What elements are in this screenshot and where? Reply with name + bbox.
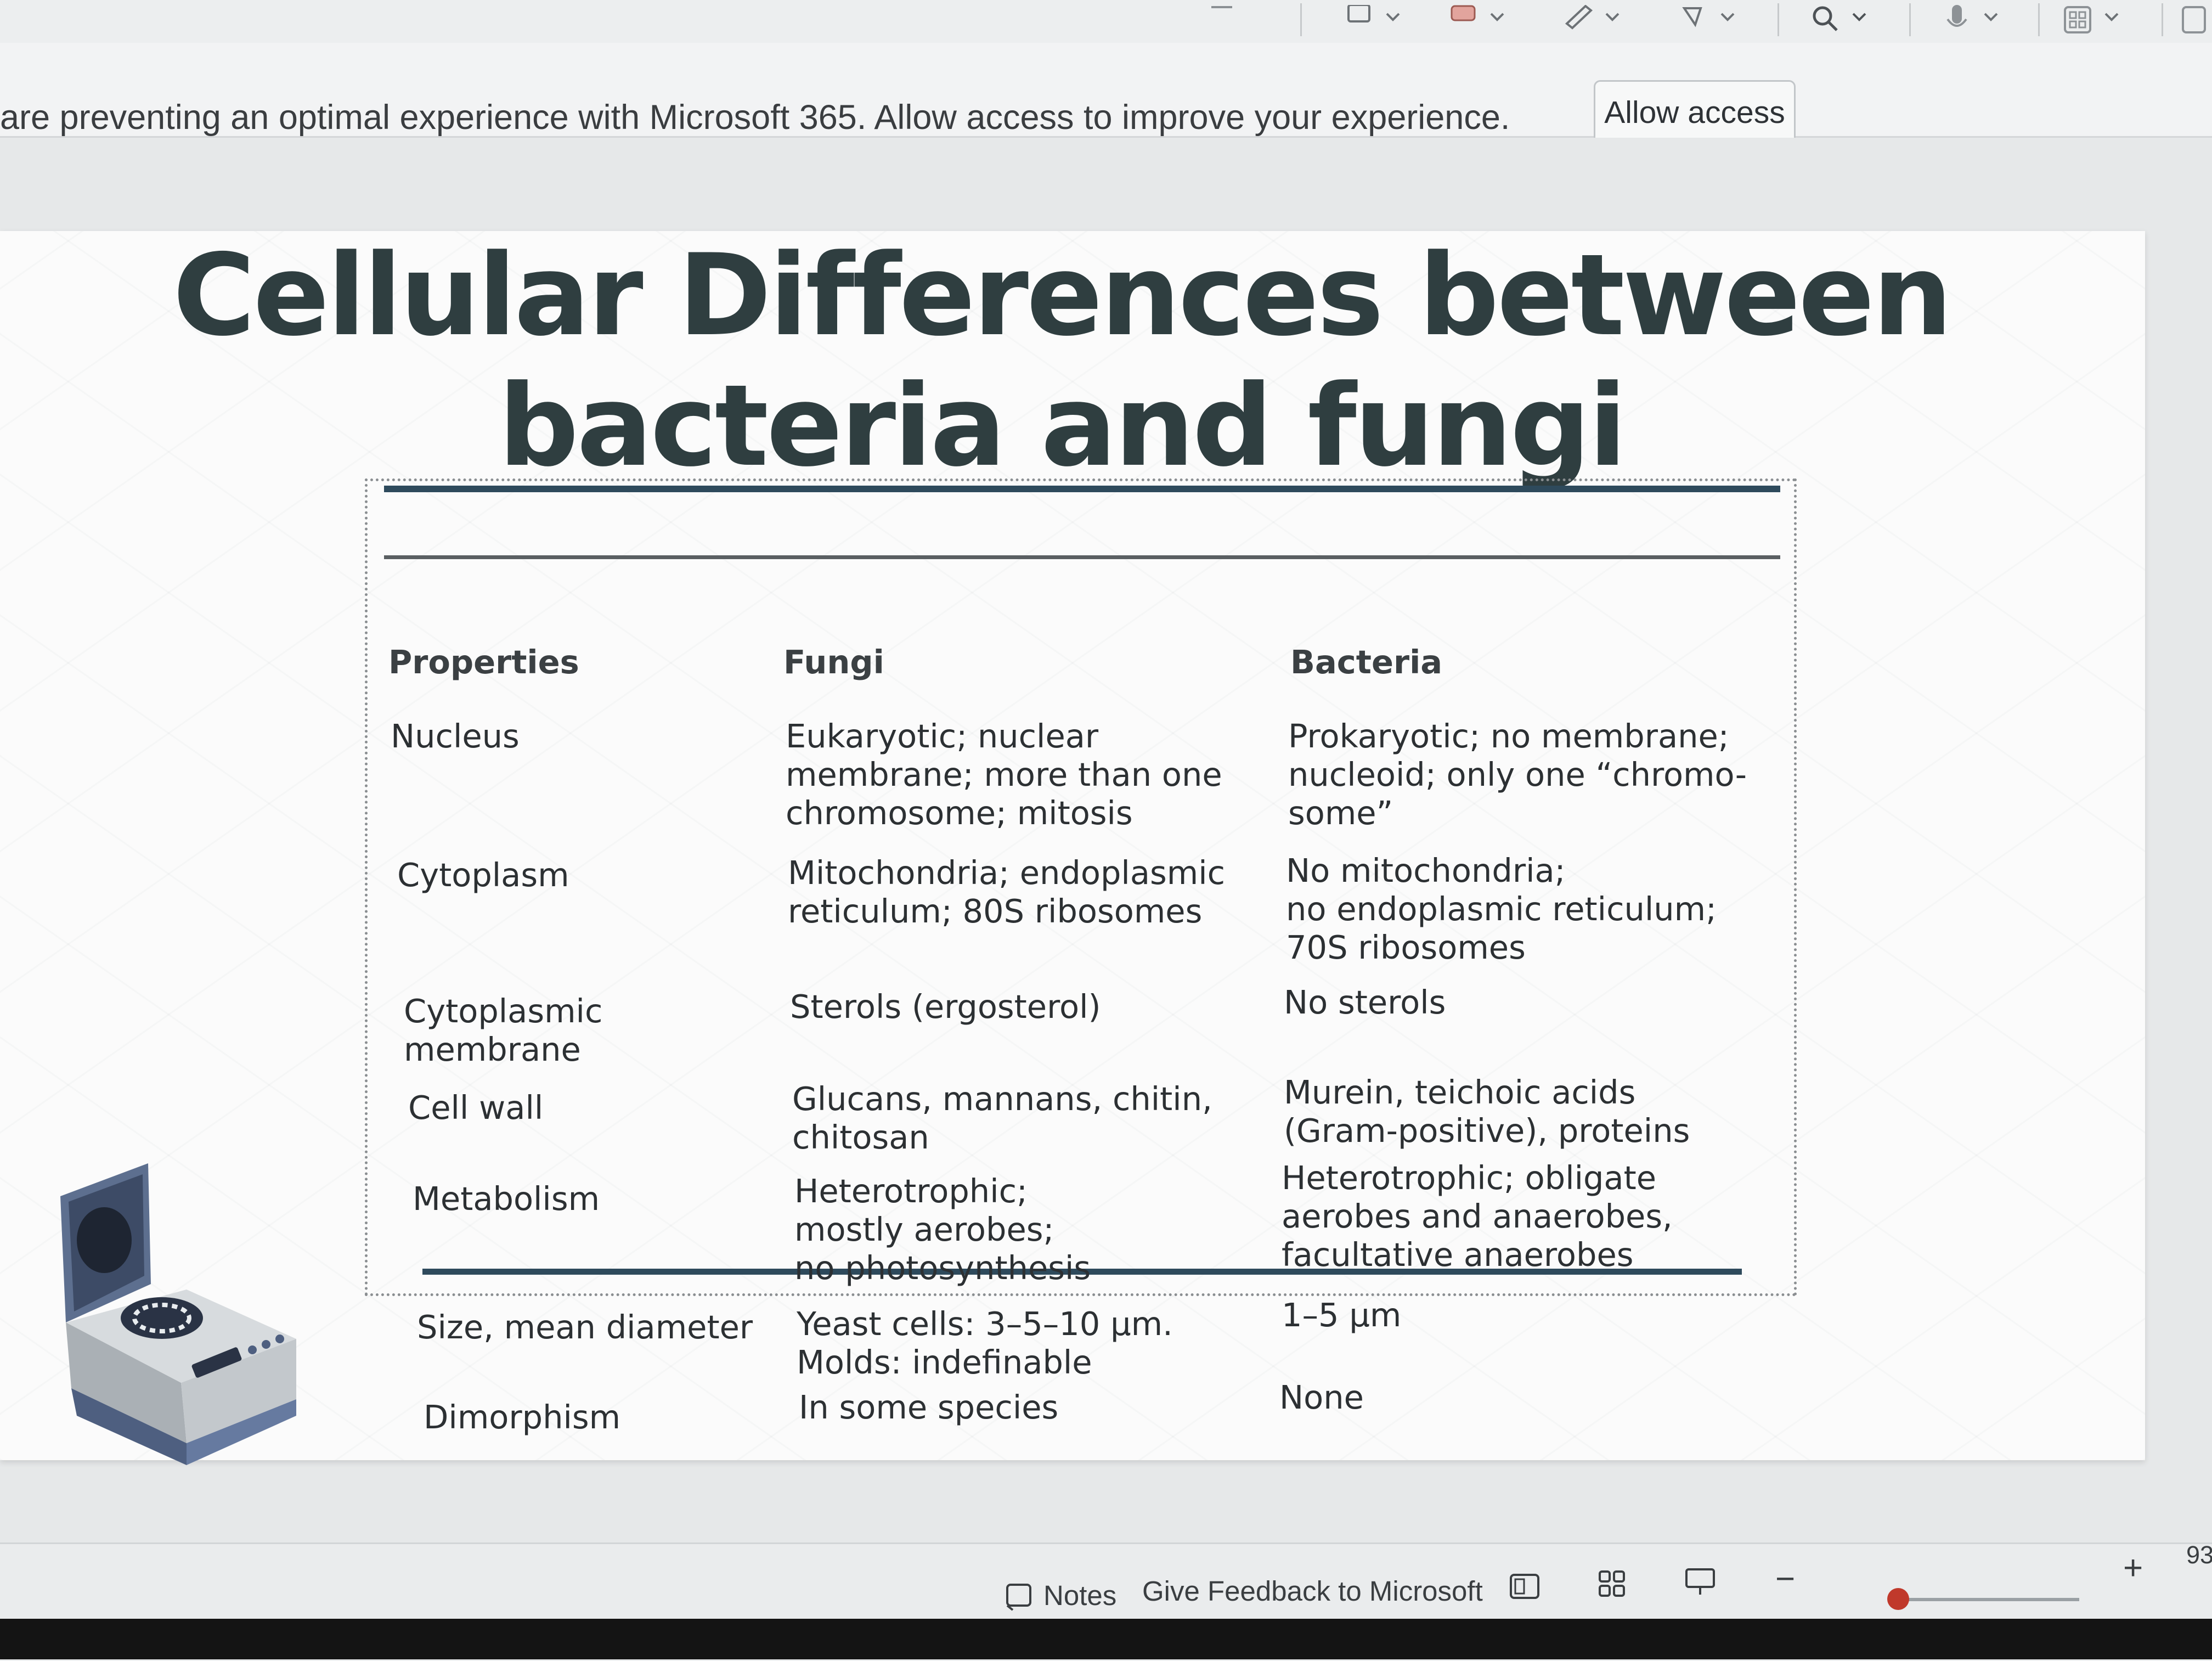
- table-cell-bacteria: No sterols: [1284, 983, 1446, 1021]
- table-header-rule: [384, 555, 1780, 559]
- screen-bezel: [0, 1619, 2212, 1659]
- search-icon: [1813, 6, 1838, 31]
- presenter-view-button[interactable]: [1683, 1565, 1717, 1599]
- table-cell-property: Cell wall: [408, 1089, 544, 1127]
- table-header-fungi: Fungi: [783, 643, 884, 681]
- toolbar-separator: [2038, 3, 2040, 36]
- allow-access-button[interactable]: Allow access: [1594, 80, 1796, 145]
- table-cell-property: Cytoplasm: [397, 856, 569, 894]
- table-cell-property: Size, mean diameter: [417, 1308, 753, 1346]
- laser-pointer-icon: [1682, 7, 1702, 27]
- table-cell-fungi: Glucans, mannans, chitin, chitosan: [792, 1080, 1212, 1156]
- table-cell-bacteria: Heterotrophic; obligate aerobes and anae…: [1282, 1159, 1673, 1274]
- feedback-label: Give Feedback to Microsoft: [1142, 1575, 1483, 1607]
- toolbar-separator: [1909, 3, 1911, 36]
- pen-icon: [1565, 5, 1593, 30]
- zoom-in-button[interactable]: +: [2123, 1549, 2143, 1587]
- give-feedback-button[interactable]: Give Feedback to Microsoft: [1142, 1575, 1483, 1607]
- table-cell-bacteria: None: [1279, 1378, 1364, 1416]
- more-button[interactable]: [2181, 3, 2210, 36]
- shape-tool-button[interactable]: [1448, 3, 1506, 36]
- table-cell-property: Dimorphism: [424, 1398, 621, 1436]
- slide-title[interactable]: Cellular Differences between bacteria an…: [154, 230, 1970, 492]
- table-cell-bacteria: 1–5 µm: [1282, 1296, 1402, 1334]
- microphone-icon: [1946, 5, 1967, 27]
- table-cell-property: Cytoplasmic membrane: [404, 992, 603, 1068]
- ribbon-toolbar: [0, 0, 2212, 44]
- zoom-percentage[interactable]: 93: [2186, 1541, 2212, 1569]
- presentation-icon: [1685, 1568, 1715, 1595]
- chevron-down-icon: [2104, 13, 2119, 21]
- normal-view-button[interactable]: [1508, 1569, 1542, 1603]
- table-cell-bacteria: Murein, teichoic acids (Gram-positive), …: [1284, 1073, 1690, 1150]
- table-cell-fungi: Mitochondria; endoplasmic reticulum; 80S…: [788, 854, 1226, 930]
- chevron-down-icon: [1984, 13, 1998, 21]
- chevron-down-icon: [1852, 13, 1866, 21]
- table-cell-fungi: Sterols (ergosterol): [790, 988, 1101, 1026]
- rectangle-tool-button[interactable]: [1344, 3, 1402, 36]
- divider-line-icon: [1211, 6, 1232, 8]
- toolbar-group-left[interactable]: [1207, 3, 1237, 36]
- chevron-down-icon: [1605, 13, 1620, 21]
- toolbar-separator: [2162, 3, 2163, 36]
- permission-infobar: are preventing an optimal experience wit…: [0, 43, 2212, 138]
- zoom-slider-thumb[interactable]: [1887, 1588, 1909, 1610]
- zoom-slider-track[interactable]: [1898, 1598, 2079, 1601]
- toolbar-separator: [1778, 3, 1779, 36]
- document-icon: [2182, 6, 2206, 33]
- table-cell-property: Metabolism: [413, 1180, 600, 1218]
- normal-view-icon: [1510, 1574, 1539, 1599]
- table-header-bacteria: Bacteria: [1290, 643, 1443, 681]
- search-button[interactable]: [1810, 3, 1869, 36]
- slide-title-line-1: Cellular Differences between: [172, 230, 1953, 361]
- table-header-properties: Properties: [388, 643, 579, 681]
- table-cell-fungi: Yeast cells: 3–5–10 µm. Molds: indefinab…: [797, 1305, 1173, 1381]
- table-cell-fungi: Eukaryotic; nuclear membrane; more than …: [786, 717, 1222, 832]
- table-cell-fungi: In some species: [799, 1388, 1059, 1426]
- dictate-button[interactable]: [1942, 3, 2000, 36]
- centrifuge-illustration: [60, 1163, 296, 1465]
- table-cell-fungi: Heterotrophic; mostly aerobes; no photos…: [794, 1172, 1091, 1287]
- notes-label: Notes: [1043, 1580, 1117, 1611]
- layout-icon: [2064, 6, 2091, 33]
- chevron-down-icon: [1720, 13, 1735, 21]
- slide-sorter-button[interactable]: [1595, 1567, 1629, 1601]
- table-cell-bacteria: Prokaryotic; no membrane; nucleoid; only…: [1288, 717, 1747, 832]
- table-cell-bacteria: No mitochondria; no endoplasmic reticulu…: [1286, 852, 1717, 966]
- laser-pointer-button[interactable]: [1679, 3, 1737, 36]
- rectangle-icon: [1347, 5, 1370, 22]
- infobar-message: are preventing an optimal experience wit…: [0, 98, 1510, 137]
- table-top-rule: [384, 486, 1780, 492]
- layout-button[interactable]: [2063, 3, 2121, 36]
- shape-icon: [1451, 5, 1476, 21]
- pen-tool-button[interactable]: [1564, 3, 1622, 36]
- table-cell-property: Nucleus: [391, 717, 520, 755]
- slide-title-line-2: bacteria and fungi: [498, 361, 1627, 492]
- grid-view-icon: [1599, 1570, 1625, 1597]
- zoom-out-button[interactable]: −: [1775, 1559, 1795, 1598]
- notes-button[interactable]: Notes: [1004, 1579, 1116, 1612]
- toolbar-separator: [1300, 3, 1302, 36]
- chevron-down-icon: [1386, 13, 1400, 21]
- chevron-down-icon: [1490, 13, 1504, 21]
- notes-icon: [1006, 1583, 1031, 1611]
